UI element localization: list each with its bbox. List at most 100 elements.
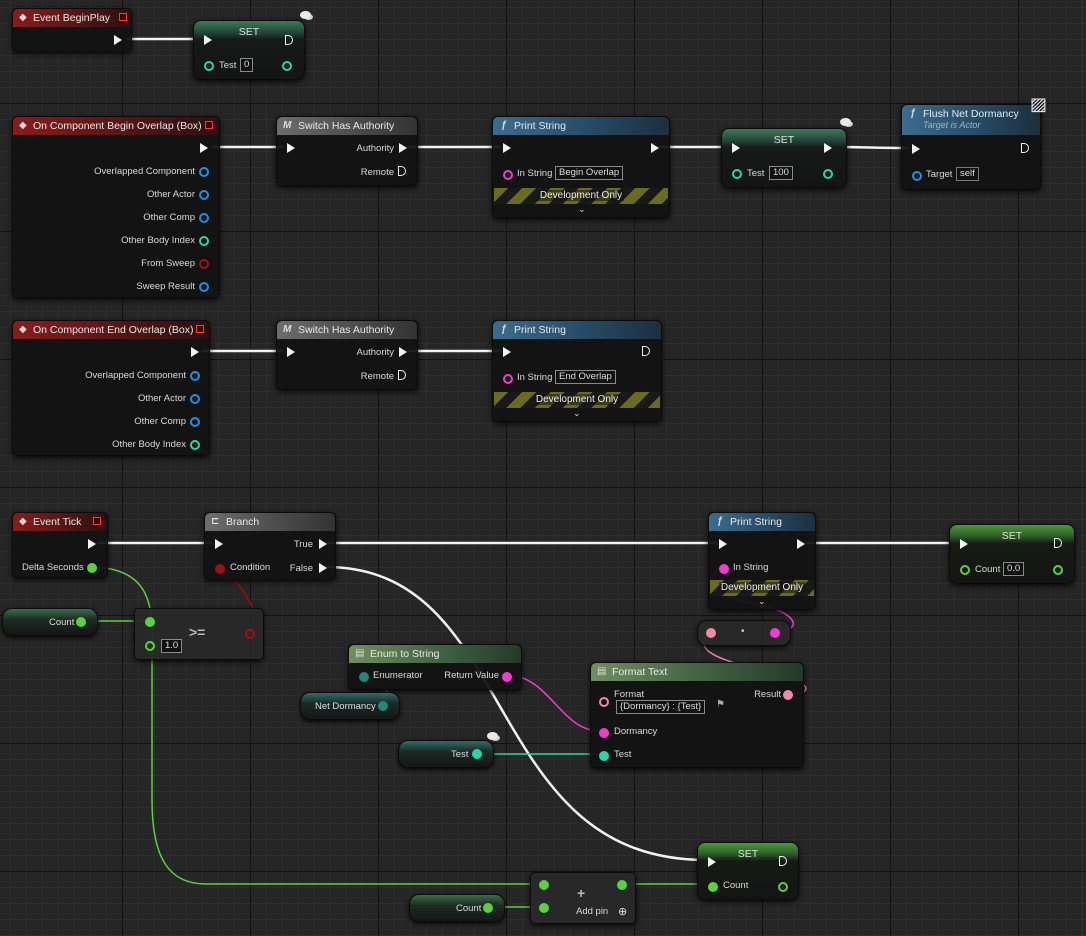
count-output-pin[interactable] <box>778 882 788 892</box>
authority-exec-pin[interactable] <box>399 347 407 357</box>
set-count-node[interactable]: SET Count 0.0 <box>949 524 1075 584</box>
remote-exec-pin[interactable] <box>398 166 406 176</box>
other-comp-pin[interactable] <box>199 213 209 223</box>
test-int-pin[interactable] <box>732 169 742 179</box>
exec-in-pin[interactable] <box>204 35 212 45</box>
dormancy-pin[interactable] <box>599 728 609 738</box>
other-actor-pin[interactable] <box>190 394 200 404</box>
exec-out-pin[interactable] <box>651 143 659 153</box>
other-body-index-pin[interactable] <box>190 440 200 450</box>
test-value-field[interactable]: 0 <box>240 58 254 72</box>
exec-in-pin[interactable] <box>503 347 511 357</box>
target-pin[interactable] <box>912 171 922 181</box>
overlapped-component-pin[interactable] <box>199 167 209 177</box>
set-count-node[interactable]: SET Count <box>697 842 799 900</box>
localization-flag-icon[interactable]: ⚑ <box>716 699 725 710</box>
authority-exec-pin[interactable] <box>399 143 407 153</box>
false-exec-pin[interactable] <box>319 563 327 573</box>
delta-seconds-pin[interactable] <box>87 563 97 573</box>
exec-out-pin[interactable] <box>191 347 199 357</box>
exec-out-pin[interactable] <box>779 856 787 866</box>
expand-chevron-icon[interactable]: ⌄ <box>758 596 766 607</box>
print-string-node[interactable]: ƒ Print String In String End Overlap Dev… <box>492 320 662 422</box>
in-string-field[interactable]: End Overlap <box>555 370 616 384</box>
exec-in-pin[interactable] <box>912 144 920 154</box>
count-output-pin[interactable] <box>1053 565 1063 575</box>
b-value-field[interactable]: 1.0 <box>161 639 183 653</box>
sweep-result-pin[interactable] <box>199 282 209 292</box>
from-sweep-pin[interactable] <box>199 259 209 269</box>
format-value-field[interactable]: {Dormancy} : {Test} <box>616 700 706 714</box>
in-string-pin[interactable] <box>503 170 513 180</box>
overlapped-component-pin[interactable] <box>190 371 200 381</box>
true-exec-pin[interactable] <box>319 539 327 549</box>
exec-in-pin[interactable] <box>215 539 223 549</box>
other-body-index-pin[interactable] <box>199 236 209 246</box>
switch-has-authority-node[interactable]: M Switch Has Authority Authority Remote <box>276 116 418 186</box>
b-input-pin[interactable] <box>539 903 549 913</box>
enum-to-string-node[interactable]: ▤ Enum to String Enumerator Return Value <box>348 644 522 690</box>
format-text-node[interactable]: ▤ Format Text Format {Dormancy} : {Test}… <box>590 662 804 768</box>
exec-out-pin[interactable] <box>1054 538 1062 548</box>
exec-in-pin[interactable] <box>287 143 295 153</box>
switch-has-authority-node[interactable]: M Switch Has Authority Authority Remote <box>276 320 418 390</box>
exec-in-pin[interactable] <box>287 347 295 357</box>
count-output-pin[interactable] <box>483 903 493 913</box>
exec-in-pin[interactable] <box>960 539 968 549</box>
other-actor-pin[interactable] <box>199 190 209 200</box>
in-string-field[interactable]: Begin Overlap <box>555 166 624 180</box>
enumerator-pin[interactable] <box>359 672 369 682</box>
output-pin[interactable] <box>770 628 780 638</box>
count-variable-getter[interactable]: Count <box>2 608 98 636</box>
greater-equal-node[interactable]: 1.0 >= <box>134 608 264 660</box>
add-pin-label[interactable]: Add pin <box>576 906 608 917</box>
count-float-pin[interactable] <box>708 882 718 892</box>
exec-out-pin[interactable] <box>88 539 96 549</box>
b-input-pin[interactable] <box>145 641 155 651</box>
exec-out-pin[interactable] <box>285 35 293 45</box>
test-output-pin[interactable] <box>823 169 833 179</box>
test-output-pin[interactable] <box>282 61 292 71</box>
test-pin[interactable] <box>599 751 609 761</box>
test-variable-getter[interactable]: Test <box>398 740 494 768</box>
append-string-node[interactable]: • <box>697 620 791 646</box>
net-dormancy-output-pin[interactable] <box>378 701 388 711</box>
print-string-node[interactable]: ƒ Print String In String Development Onl… <box>708 512 816 610</box>
test-output-pin[interactable] <box>472 749 482 759</box>
flush-net-dormancy-node[interactable]: ƒ Flush Net Dormancy Target is Actor Tar… <box>901 104 1041 190</box>
event-tick-node[interactable]: ◆ Event Tick Delta Seconds <box>12 512 108 578</box>
add-float-node[interactable]: + Add pin ⊕ <box>530 872 636 924</box>
exec-out-pin[interactable] <box>114 35 122 45</box>
branch-node[interactable]: ⊏ Branch True Condition False <box>204 512 336 580</box>
net-dormancy-variable-getter[interactable]: Net Dormancy <box>300 692 400 720</box>
condition-pin[interactable] <box>215 564 225 574</box>
set-test-node[interactable]: SET Test 0 <box>193 20 305 80</box>
count-variable-getter[interactable]: Count <box>409 894 505 922</box>
set-test-node[interactable]: SET Test 100 <box>721 128 847 188</box>
exec-in-pin[interactable] <box>708 857 716 867</box>
other-comp-pin[interactable] <box>190 417 200 427</box>
in-string-pin[interactable] <box>503 374 513 384</box>
result-output-pin[interactable] <box>617 880 627 890</box>
count-output-pin[interactable] <box>76 617 86 627</box>
print-string-node[interactable]: ƒ Print String In String Begin Overlap D… <box>492 116 670 218</box>
count-value-field[interactable]: 0.0 <box>1003 562 1025 576</box>
remote-exec-pin[interactable] <box>398 370 406 380</box>
expand-chevron-icon[interactable]: ⌄ <box>578 204 586 215</box>
begin-overlap-event-node[interactable]: ◆ On Component Begin Overlap (Box) Overl… <box>12 116 220 298</box>
format-pin[interactable] <box>599 697 609 707</box>
test-int-pin[interactable] <box>204 61 214 71</box>
exec-out-pin[interactable] <box>1021 143 1029 153</box>
result-pin[interactable] <box>783 690 793 700</box>
return-value-pin[interactable] <box>502 672 512 682</box>
bool-output-pin[interactable] <box>245 629 255 639</box>
count-float-pin[interactable] <box>960 565 970 575</box>
test-value-field[interactable]: 100 <box>769 166 793 180</box>
exec-in-pin[interactable] <box>503 143 511 153</box>
add-pin-icon[interactable]: ⊕ <box>618 905 627 918</box>
in-string-pin[interactable] <box>719 564 729 574</box>
exec-out-pin[interactable] <box>200 143 208 153</box>
exec-in-pin[interactable] <box>719 539 727 549</box>
exec-out-pin[interactable] <box>797 539 805 549</box>
exec-out-pin[interactable] <box>642 346 650 356</box>
